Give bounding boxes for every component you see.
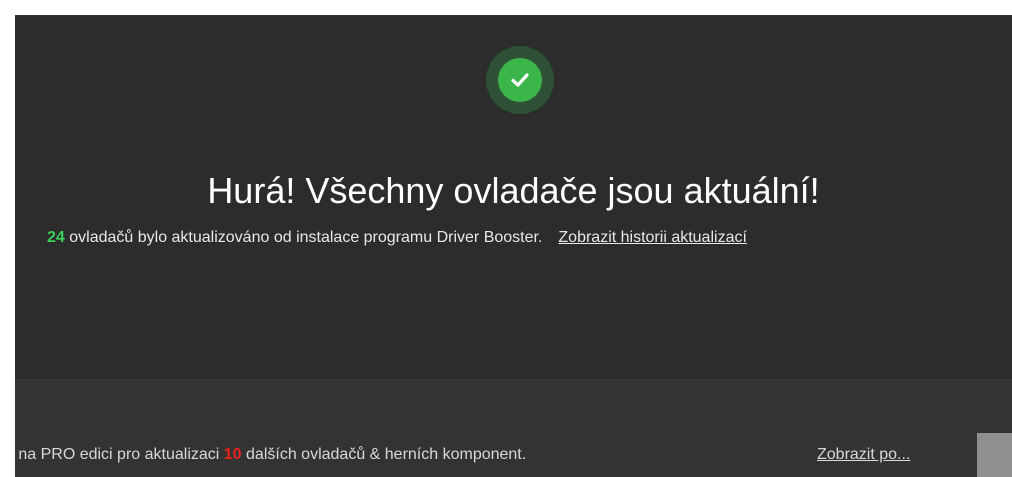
update-summary: 24 ovladačů bylo aktualizováno od instal… xyxy=(47,226,747,250)
check-circle-icon xyxy=(498,58,542,102)
updated-count: 24 xyxy=(47,229,65,246)
success-icon-ring xyxy=(486,46,554,114)
pro-promo-bar: e na PRO edici pro aktualizaci 10 dalšíc… xyxy=(15,380,1012,477)
promo-suffix: dalších ovladačů & herních komponent. xyxy=(241,446,527,463)
promo-count: 10 xyxy=(223,446,242,463)
driver-booster-window: Hurá! Všechny ovladače jsou aktuální! 24… xyxy=(15,15,1012,477)
show-details-link[interactable]: Zobrazit po... xyxy=(817,443,910,467)
update-history-link[interactable]: Zobrazit historii aktualizací xyxy=(558,229,747,246)
pro-promo-text: e na PRO edici pro aktualizaci 10 dalšíc… xyxy=(15,443,526,467)
status-title: Hurá! Všechny ovladače jsou aktuální! xyxy=(207,170,820,211)
upgrade-button[interactable] xyxy=(977,433,1012,477)
promo-prefix: e na PRO edici pro aktualizaci xyxy=(15,446,224,463)
updated-text: ovladačů bylo aktualizováno od instalace… xyxy=(64,229,543,246)
